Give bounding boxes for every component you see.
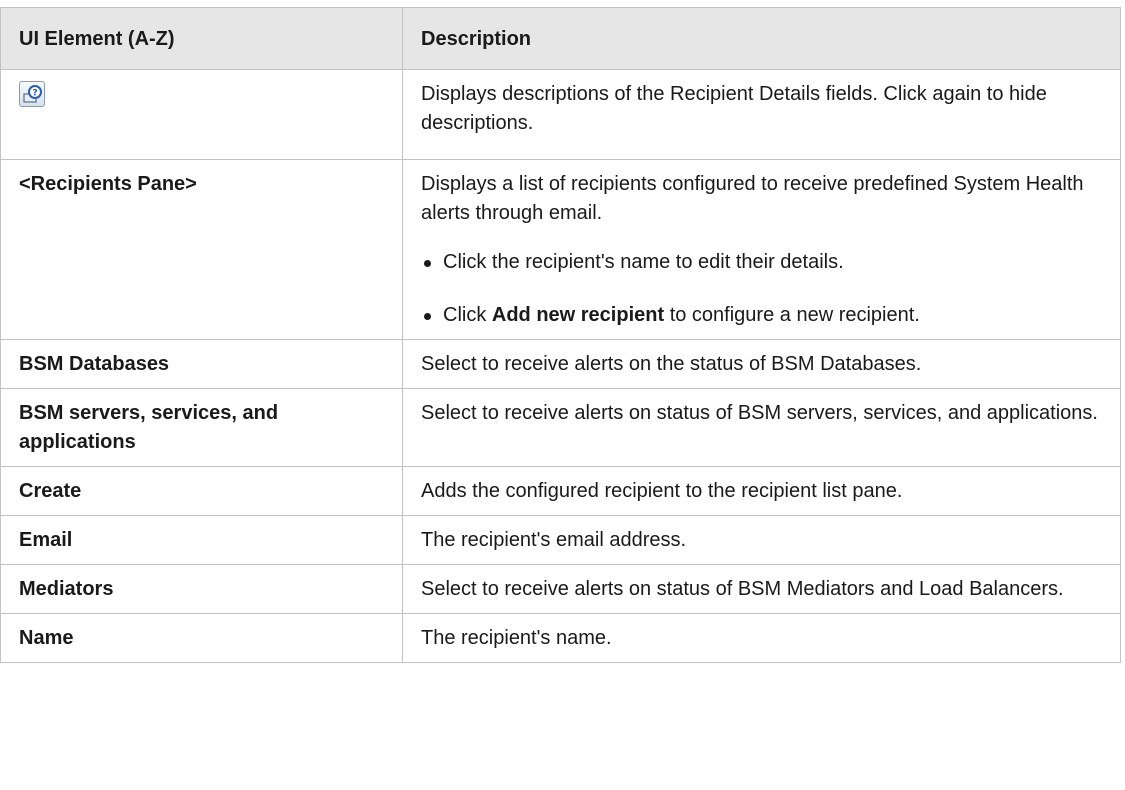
column-header-description: Description	[402, 7, 1121, 70]
column-header-ui-element: UI Element (A-Z)	[0, 7, 403, 70]
row-description-cell: Displays descriptions of the Recipient D…	[402, 69, 1121, 160]
table-row: BSM Databases Select to receive alerts o…	[0, 339, 1121, 389]
description-text: Displays a list of recipients configured…	[421, 173, 1084, 224]
row-element-cell: Create	[0, 466, 403, 516]
add-new-recipient-term: Add new recipient	[491, 304, 665, 326]
row-description-cell: Displays a list of recipients configured…	[402, 159, 1121, 340]
row-element-cell: ?	[0, 69, 403, 160]
bullet-list: Click the recipient's name to edit their…	[421, 248, 1110, 330]
table-header-row: UI Element (A-Z) Description	[0, 7, 1121, 70]
row-element-cell: <Recipients Pane>	[0, 159, 403, 340]
row-element-cell: Email	[0, 515, 403, 565]
table-row: Mediators Select to receive alerts on st…	[0, 564, 1121, 614]
row-description-cell: Select to receive alerts on status of BS…	[402, 388, 1121, 467]
row-element-cell: Name	[0, 613, 403, 663]
table-row: Create Adds the configured recipient to …	[0, 466, 1121, 516]
row-description-cell: The recipient's email address.	[402, 515, 1121, 565]
row-description-cell: The recipient's name.	[402, 613, 1121, 663]
bullet-item: Click the recipient's name to edit their…	[421, 248, 1110, 277]
help-descriptions-icon[interactable]: ?	[19, 81, 45, 107]
table-row: Email The recipient's email address.	[0, 515, 1121, 565]
row-element-cell: BSM Databases	[0, 339, 403, 389]
row-element-cell: Mediators	[0, 564, 403, 614]
table-row: Name The recipient's name.	[0, 613, 1121, 663]
row-description-cell: Adds the configured recipient to the rec…	[402, 466, 1121, 516]
row-description-cell: Select to receive alerts on the status o…	[402, 339, 1121, 389]
table-row: ? Displays descriptions of the Recipient…	[0, 69, 1121, 160]
table-row: <Recipients Pane> Displays a list of rec…	[0, 159, 1121, 340]
row-description-cell: Select to receive alerts on status of BS…	[402, 564, 1121, 614]
row-element-cell: BSM servers, services, and applications	[0, 388, 403, 467]
bullet-item: Click Add new recipient to configure a n…	[421, 301, 1110, 330]
svg-text:?: ?	[32, 89, 37, 99]
table-row: BSM servers, services, and applications …	[0, 388, 1121, 467]
ui-elements-table: UI Element (A-Z) Description ? Displays …	[0, 7, 1121, 663]
